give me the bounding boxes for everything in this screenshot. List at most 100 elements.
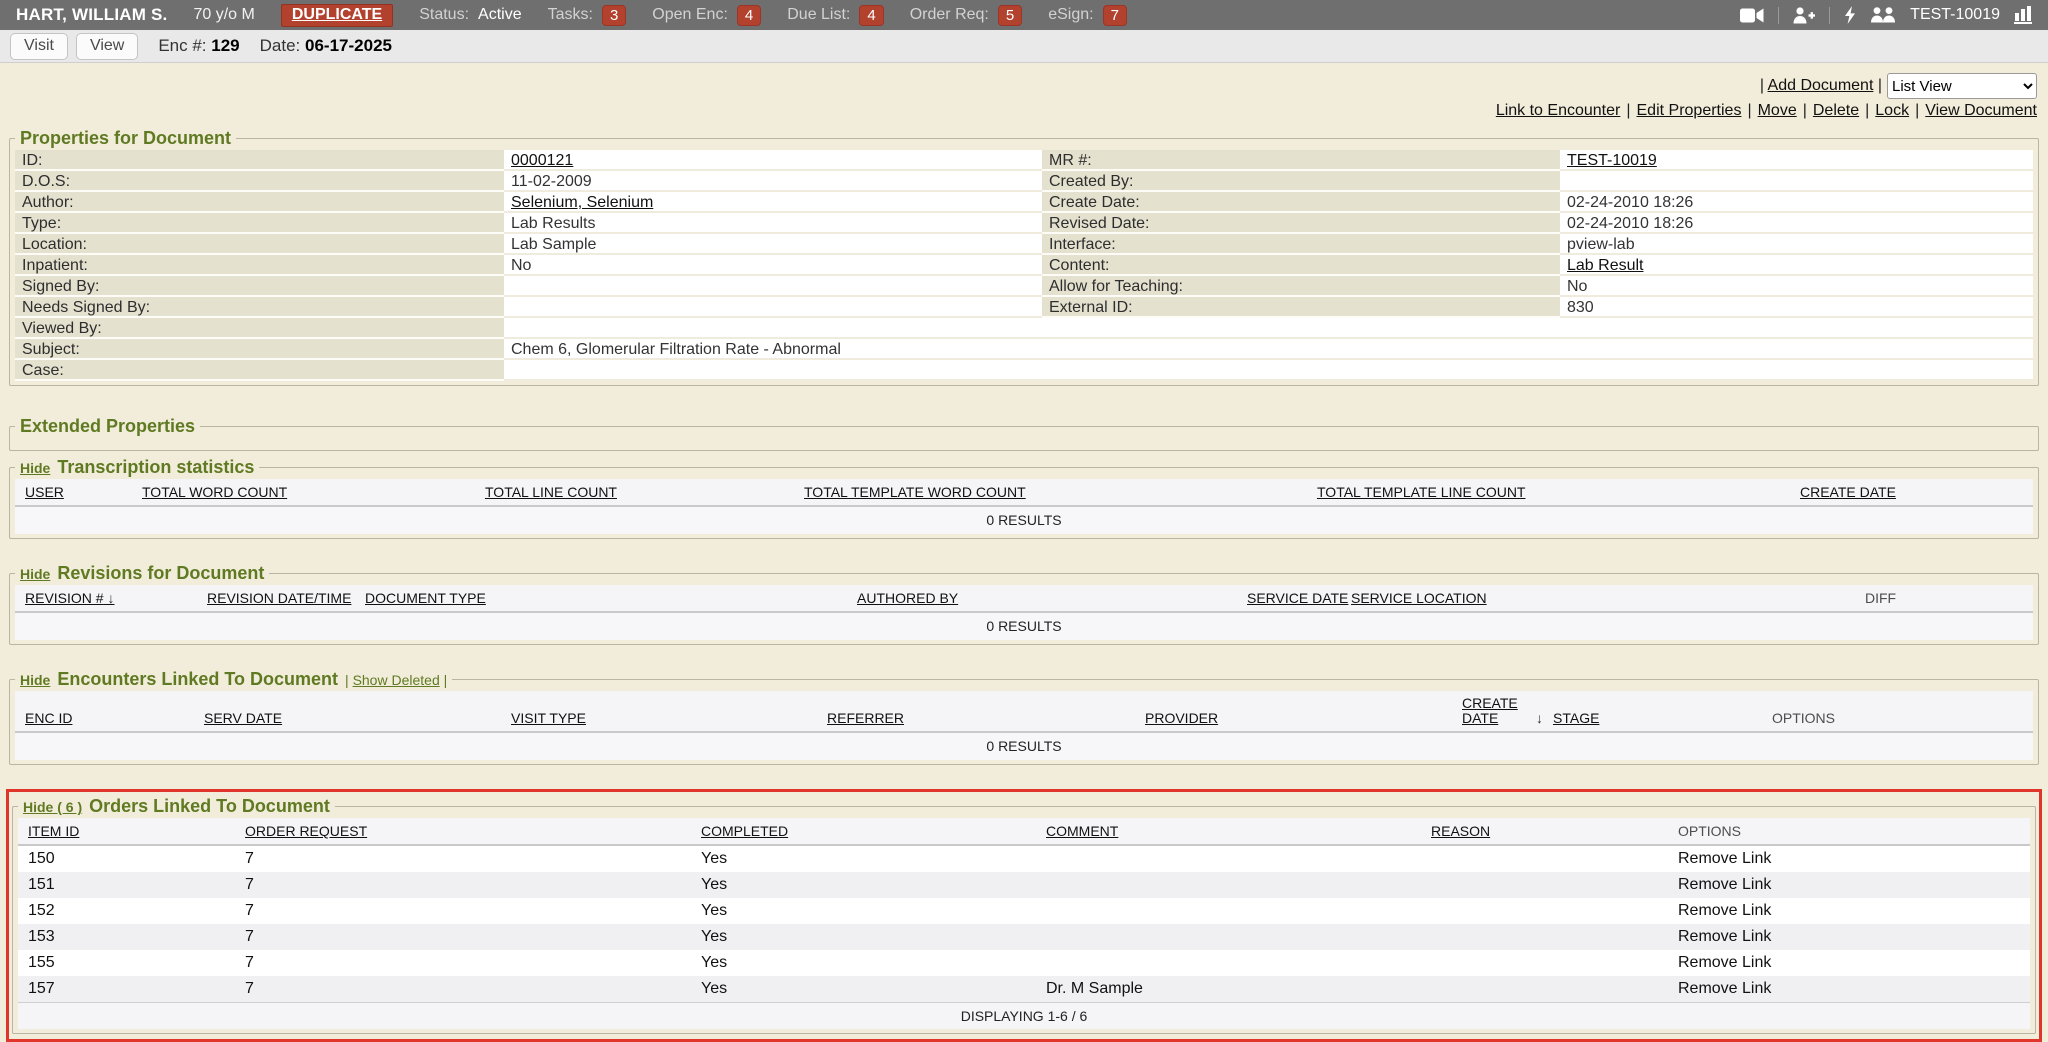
person-add-icon[interactable] [1793,7,1815,24]
prop-label: MR #: [1042,150,1560,171]
due-list-label: Due List: [787,6,850,24]
tasks-count-badge[interactable]: 3 [602,5,626,26]
column-header-referrer[interactable]: REFERRER [827,710,904,726]
column-header-order-request[interactable]: ORDER REQUEST [245,823,367,839]
orders-hide-link[interactable]: Hide ( 6 ) [23,799,82,815]
column-header-provider[interactable]: PROVIDER [1145,710,1218,726]
prop-value: 02-24-2010 18:26 [1560,192,2033,213]
remove-link[interactable]: Remove Link [1678,980,1771,998]
encounters-empty-row: 0 RESULTS [15,733,2033,760]
column-header-comment[interactable]: COMMENT [1046,823,1118,839]
column-header-revision-number[interactable]: REVISION # ↓ [25,590,114,606]
prop-label: Created By: [1042,171,1560,192]
orders-table-body: 150 7 Yes Remove Link 151 7 Yes R [18,846,2030,1002]
people-icon[interactable] [1870,7,1896,23]
column-header-document-type[interactable]: DOCUMENT TYPE [365,590,486,606]
prop-label: Location: [15,234,504,255]
column-header-create-date[interactable]: CREATE DATE [1800,484,1896,500]
add-document-wrap: Add Document [1760,77,1882,95]
order-item-id: 157 [28,980,55,998]
document-id-link[interactable]: 0000121 [511,152,573,169]
link-to-encounter-link[interactable]: Link to Encounter [1496,102,1621,120]
add-document-link[interactable]: Add Document [1768,77,1874,94]
transcription-legend: Hide Transcription statistics [15,457,259,478]
column-header-reason[interactable]: REASON [1431,823,1490,839]
column-header-total-word-count[interactable]: TOTAL WORD COUNT [142,484,287,500]
column-header-enc-id[interactable]: ENC ID [25,710,72,726]
property-row: Needs Signed By: External ID: 830 [15,297,2033,318]
sort-descending-icon[interactable]: ↓ [107,590,114,606]
column-header-service-date[interactable]: SERVICE DATE [1247,590,1348,606]
encounters-hide-link[interactable]: Hide [20,672,50,688]
column-header-visit-type[interactable]: VISIT TYPE [511,710,586,726]
prop-label: Inpatient: [15,255,504,276]
content-link[interactable]: Lab Result [1567,257,1644,274]
column-header-service-location[interactable]: SERVICE LOCATION [1351,590,1487,606]
revisions-hide-link[interactable]: Hide [20,566,50,582]
sort-descending-icon[interactable]: ↓ [1536,710,1543,726]
order-completed: Yes [701,928,727,946]
remove-link[interactable]: Remove Link [1678,954,1771,972]
mr-number-link[interactable]: TEST-10019 [1567,152,1657,169]
topbar-right-tools: TEST-10019 [1740,6,2032,24]
transcription-header-row: USER TOTAL WORD COUNT TOTAL LINE COUNT T… [15,479,2033,507]
view-document-link[interactable]: View Document [1925,102,2037,120]
order-completed: Yes [701,902,727,920]
property-row: Type: Lab Results Revised Date: 02-24-20… [15,213,2033,234]
view-mode-select[interactable]: List View [1887,73,2037,99]
column-header-user[interactable]: USER [25,484,64,500]
prop-value-subject: Chem 6, Glomerular Filtration Rate - Abn… [504,339,2033,360]
lock-link[interactable]: Lock [1875,102,1909,120]
document-properties-page: Add Document List View Link to Encounter… [0,63,2048,1042]
column-header-create-date[interactable]: CREATE DATE [1462,696,1526,726]
prop-value: 830 [1560,297,2033,318]
delete-link[interactable]: Delete [1813,102,1859,120]
property-row: Signed By: Allow for Teaching: No [15,276,2033,297]
prop-value: 11-02-2009 [504,171,1042,192]
column-header-revision-datetime[interactable]: REVISION DATE/TIME [207,590,351,606]
column-header-total-template-line-count[interactable]: TOTAL TEMPLATE LINE COUNT [1317,484,1525,500]
orders-header-row: ITEM ID ORDER REQUEST COMPLETED COMMENT … [18,818,2030,846]
esign-count-badge[interactable]: 7 [1103,5,1127,26]
column-header-diff: DIFF [1865,590,1896,606]
order-completed: Yes [701,980,727,998]
remove-link[interactable]: Remove Link [1678,902,1771,920]
duplicate-badge[interactable]: DUPLICATE [281,4,393,27]
bar-chart-icon[interactable] [2014,6,2032,24]
order-item-id: 150 [28,850,55,868]
author-link[interactable]: Selenium, Selenium [511,194,653,211]
column-header-total-template-word-count[interactable]: TOTAL TEMPLATE WORD COUNT [804,484,1026,500]
column-header-item-id[interactable]: ITEM ID [28,823,79,839]
revisions-header-row: REVISION # ↓ REVISION DATE/TIME DOCUMENT… [15,585,2033,613]
lightning-icon[interactable] [1844,6,1856,24]
move-link[interactable]: Move [1758,102,1797,120]
video-camera-icon[interactable] [1740,8,1764,23]
edit-properties-link[interactable]: Edit Properties [1637,102,1742,120]
visit-button[interactable]: Visit [10,33,68,60]
remove-link[interactable]: Remove Link [1678,928,1771,946]
order-request: 7 [245,850,254,868]
encounter-toolbar: Visit View Enc #: 129 Date: 06-17-2025 [0,30,2048,63]
column-header-total-line-count[interactable]: TOTAL LINE COUNT [485,484,617,500]
transcription-hide-link[interactable]: Hide [20,460,50,476]
remove-link[interactable]: Remove Link [1678,876,1771,894]
column-header-authored-by[interactable]: AUTHORED BY [857,590,958,606]
prop-label: Content: [1042,255,1560,276]
encounters-linked-section: Hide Encounters Linked To Document Show … [9,669,2039,765]
order-item-id: 155 [28,954,55,972]
prop-label: Author: [15,192,504,213]
prop-value: TEST-10019 [1560,150,2033,171]
enc-number-label: Enc #: [158,36,206,55]
column-header-serv-date[interactable]: SERV DATE [204,710,282,726]
show-deleted-link[interactable]: Show Deleted [353,672,440,688]
column-header-stage[interactable]: STAGE [1553,710,1599,726]
order-request: 7 [245,902,254,920]
order-req-count-badge[interactable]: 5 [998,5,1022,26]
column-header-completed[interactable]: COMPLETED [701,823,788,839]
view-button[interactable]: View [76,33,138,60]
remove-link[interactable]: Remove Link [1678,850,1771,868]
order-req-label: Order Req: [910,6,989,24]
open-enc-count-badge[interactable]: 4 [737,5,761,26]
due-list-count-badge[interactable]: 4 [859,5,883,26]
document-actions-row-1: Add Document List View [9,73,2037,99]
